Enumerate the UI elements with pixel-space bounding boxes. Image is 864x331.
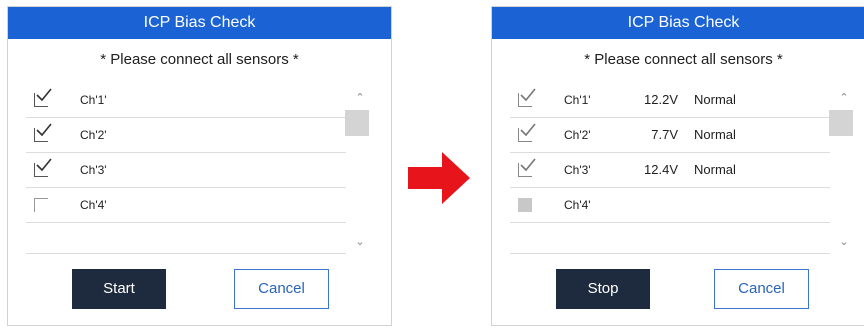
channel-label: Ch'3' [564,163,591,177]
status-value: Normal [694,92,736,107]
channel-3-checkbox [518,158,536,177]
channel-label: Ch'4' [564,198,591,212]
channel-list: Ch'1' Ch'2' Ch'3' Ch'4' [26,83,346,254]
status-value: Normal [694,127,736,142]
channel-4-checkbox[interactable] [34,198,48,212]
channel-row-4: Ch'4' [510,188,830,223]
channel-row-3[interactable]: Ch'3' [26,153,346,188]
chevron-up-icon[interactable]: ⌃ [350,91,370,104]
channel-3-checkbox[interactable] [34,158,52,177]
checkmark-icon [520,158,536,172]
channel-1-checkbox [518,88,536,107]
checkmark-icon [36,158,52,172]
instruction-text: * Please connect all sensors * [100,51,299,68]
chevron-down-icon[interactable]: ⌄ [834,235,854,248]
voltage-value: 12.4V [644,162,678,177]
scrollbar-thumb[interactable] [829,110,853,136]
cancel-button[interactable]: Cancel [234,269,329,309]
start-button[interactable]: Start [72,269,166,309]
icp-bias-dialog-after: ICP Bias Check * Please connect all sens… [491,6,864,326]
status-value: Normal [694,162,736,177]
channel-2-checkbox [518,123,536,142]
channel-row-4[interactable]: Ch'4' [26,188,346,223]
checkmark-icon [520,123,536,137]
channel-label: Ch'1' [80,93,107,107]
list-empty-row [510,223,830,254]
channel-4-checkbox [518,198,532,212]
checkmark-icon [36,88,52,102]
instruction-text: * Please connect all sensors * [584,51,783,68]
checkmark-icon [36,123,52,137]
channel-row-2: Ch'2' 7.7V Normal [510,118,830,153]
channel-row-3: Ch'3' 12.4V Normal [510,153,830,188]
checkmark-icon [520,88,536,102]
channel-1-checkbox[interactable] [34,88,52,107]
channel-list: Ch'1' 12.2V Normal Ch'2' 7.7V Normal Ch'… [510,83,830,254]
chevron-up-icon[interactable]: ⌃ [834,91,854,104]
channel-label: Ch'3' [80,163,107,177]
right-arrow-icon [408,152,470,204]
channel-label: Ch'1' [564,93,591,107]
icp-bias-dialog-before: ICP Bias Check * Please connect all sens… [7,6,392,326]
channel-label: Ch'2' [564,128,591,142]
chevron-down-icon[interactable]: ⌄ [350,235,370,248]
channel-label: Ch'2' [80,128,107,142]
voltage-value: 7.7V [651,127,678,142]
dialog-title: ICP Bias Check [492,7,864,39]
channel-row-1[interactable]: Ch'1' [26,83,346,118]
channel-row-2[interactable]: Ch'2' [26,118,346,153]
channel-label: Ch'4' [80,198,107,212]
scrollbar-thumb[interactable] [345,110,369,136]
list-empty-row [26,223,346,254]
voltage-value: 12.2V [644,92,678,107]
channel-2-checkbox[interactable] [34,123,52,142]
channel-row-1: Ch'1' 12.2V Normal [510,83,830,118]
stop-button[interactable]: Stop [556,269,650,309]
cancel-button[interactable]: Cancel [714,269,809,309]
dialog-title: ICP Bias Check [8,7,391,39]
